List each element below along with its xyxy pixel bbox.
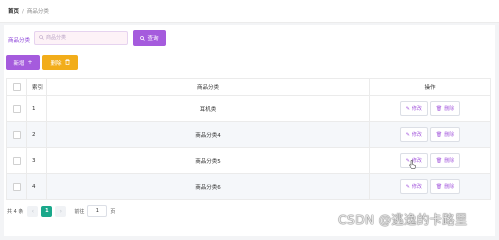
edit-button[interactable]: ✎ 修改 xyxy=(399,101,428,116)
header-index: 索引 xyxy=(26,78,47,96)
add-button[interactable]: 新增 + xyxy=(6,55,40,70)
pagination-total: 共 4 条 xyxy=(7,208,24,215)
table-row: 4 商品分类6 ✎ 修改 🗑 删除 xyxy=(6,173,491,200)
row-name: 商品分类5 xyxy=(46,147,370,174)
breadcrumb-home[interactable]: 首页 xyxy=(8,9,19,15)
breadcrumb: 首页 / 商品分类 xyxy=(8,7,49,15)
row-checkbox[interactable] xyxy=(12,156,21,165)
edit-label: 修改 xyxy=(411,132,422,138)
top-bar: 首页 / 商品分类 xyxy=(0,0,499,23)
header-checkbox-cell xyxy=(6,78,27,96)
edit-icon: ✎ xyxy=(405,131,410,138)
search-label: 商品分类 xyxy=(8,38,31,44)
table-row: 3 商品分类5 ✎ 修改 🗑 删除 xyxy=(6,147,491,174)
delete-label: 删除 xyxy=(444,132,455,138)
row-index: 3 xyxy=(26,147,47,174)
batch-delete-button[interactable]: 删除 xyxy=(42,55,78,70)
row-index: 4 xyxy=(26,173,47,200)
prev-page-button[interactable]: ‹ xyxy=(27,205,39,217)
search-input[interactable] xyxy=(46,34,124,42)
table-row: 1 耳机类 ✎ 修改 🗑 删除 xyxy=(6,95,491,122)
row-index: 1 xyxy=(26,95,47,122)
row-name: 耳机类 xyxy=(46,95,370,122)
row-checkbox[interactable] xyxy=(12,130,21,139)
query-button[interactable]: 查询 xyxy=(133,30,166,46)
trash-icon: 🗑 xyxy=(435,157,443,164)
edit-icon: ✎ xyxy=(405,183,410,190)
row-ops: ✎ 修改 🗑 删除 xyxy=(369,95,491,122)
trash-icon xyxy=(64,58,70,67)
category-table: 索引 商品分类 操作 1 耳机类 ✎ 修改 🗑 删除 2 商品分类4 ✎ 修改 🗑 删除 xyxy=(6,78,491,200)
hand-pointer-icon xyxy=(409,160,416,169)
breadcrumb-current: 商品分类 xyxy=(26,9,49,15)
row-index: 2 xyxy=(26,121,47,148)
search-icon xyxy=(39,35,44,40)
delete-label: 删除 xyxy=(444,184,455,190)
delete-button[interactable]: 🗑 删除 xyxy=(429,179,461,194)
row-checkbox-cell xyxy=(6,147,27,174)
goto-label: 前往 xyxy=(74,208,85,215)
row-checkbox[interactable] xyxy=(12,182,21,191)
delete-button[interactable]: 🗑 删除 xyxy=(429,153,461,168)
row-checkbox-cell xyxy=(6,173,27,200)
trash-icon: 🗑 xyxy=(435,105,443,112)
table-row: 2 商品分类4 ✎ 修改 🗑 删除 xyxy=(6,121,491,148)
edit-label: 修改 xyxy=(411,106,422,112)
table-header-row: 索引 商品分类 操作 xyxy=(6,78,491,96)
header-ops: 操作 xyxy=(369,78,491,96)
content-panel: 商品分类 查询 新增 + 删除 索引 商品分类 操作 xyxy=(4,25,495,236)
search-icon xyxy=(140,35,146,41)
batch-delete-label: 删除 xyxy=(50,60,62,67)
breadcrumb-separator: / xyxy=(22,9,24,15)
page-unit-label: 页 xyxy=(110,208,116,215)
page-number-current[interactable]: 1 xyxy=(41,205,53,217)
edit-button[interactable]: ✎ 修改 xyxy=(399,127,428,142)
edit-button[interactable]: ✎ 修改 xyxy=(399,179,428,194)
row-ops: ✎ 修改 🗑 删除 xyxy=(369,173,491,200)
row-ops: ✎ 修改 🗑 删除 xyxy=(369,147,491,174)
plus-icon: + xyxy=(27,59,33,66)
trash-icon: 🗑 xyxy=(435,131,443,138)
delete-label: 删除 xyxy=(444,158,455,164)
header-name: 商品分类 xyxy=(46,78,370,96)
next-page-button[interactable]: › xyxy=(55,205,67,217)
delete-label: 删除 xyxy=(444,106,455,112)
goto-page-input[interactable]: 1 xyxy=(87,205,108,217)
trash-icon: 🗑 xyxy=(435,183,443,190)
add-button-label: 新增 xyxy=(13,60,25,67)
row-name: 商品分类4 xyxy=(46,121,370,148)
row-checkbox-cell xyxy=(6,121,27,148)
pagination: 共 4 条 ‹ 1 › 前往 1 页 xyxy=(7,205,115,217)
row-name: 商品分类6 xyxy=(46,173,370,200)
query-button-label: 查询 xyxy=(147,36,159,42)
row-ops: ✎ 修改 🗑 删除 xyxy=(369,121,491,148)
delete-button[interactable]: 🗑 删除 xyxy=(429,101,461,116)
row-checkbox[interactable] xyxy=(12,104,21,113)
search-field[interactable] xyxy=(34,31,128,45)
delete-button[interactable]: 🗑 删除 xyxy=(429,127,461,142)
watermark: CSDN @逃逸的卡路里 xyxy=(338,212,468,227)
row-checkbox-cell xyxy=(6,95,27,122)
select-all-checkbox[interactable] xyxy=(12,83,21,91)
edit-icon: ✎ xyxy=(405,105,410,112)
edit-label: 修改 xyxy=(411,184,422,190)
